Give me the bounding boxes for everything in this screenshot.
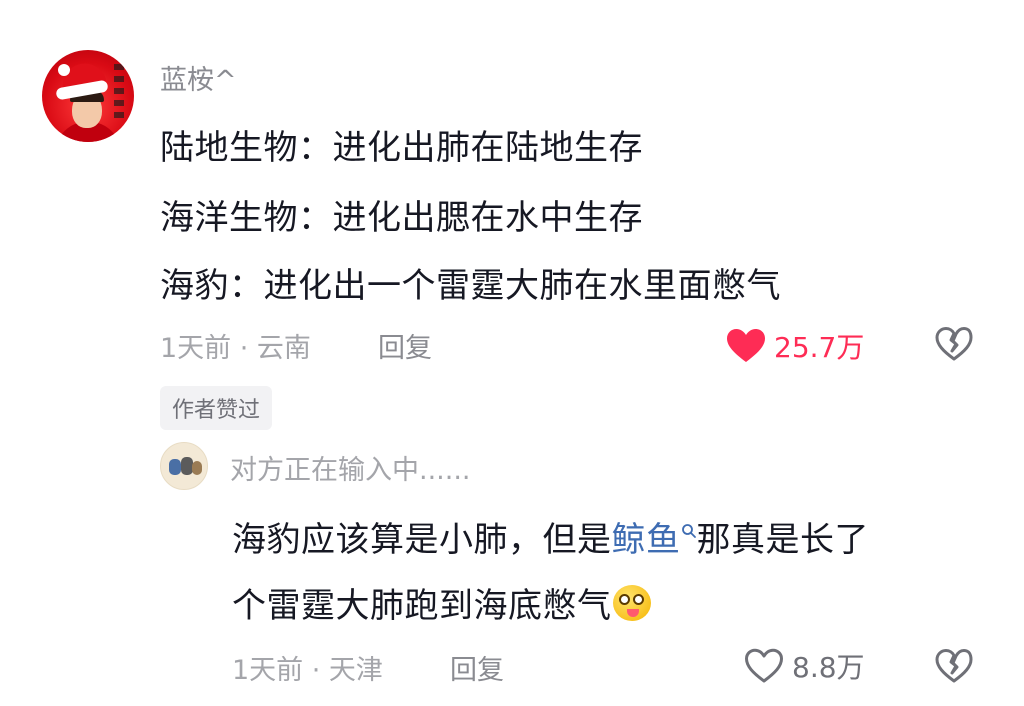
broken-heart-icon (935, 649, 973, 683)
comment-text-line-3: 海豹：进化出一个雷霆大肺在水里面憋气 (160, 266, 781, 306)
dislike-button[interactable] (934, 324, 974, 364)
heart-outline-icon (744, 648, 784, 684)
reply-to-reply-button[interactable]: 回复 (450, 648, 504, 687)
broken-heart-icon (935, 327, 973, 361)
reply-dislike-button[interactable] (934, 646, 974, 686)
reply-time-location: 1天前 · 天津 (232, 655, 383, 686)
commenter-username[interactable]: 蓝桉^ (160, 58, 237, 97)
dizzy-tongue-emoji-icon (612, 583, 652, 623)
reply-like-count: 8.8万 (792, 651, 865, 684)
santa-hat-pom (58, 64, 70, 76)
reply-like-button[interactable]: 8.8万 (744, 646, 865, 686)
comment-time-location: 1天前 · 云南 (160, 333, 311, 364)
comment-text-line-1: 陆地生物：进化出肺在陆地生存 (160, 128, 643, 168)
avatar-figure-3 (192, 461, 202, 475)
avatar-figure-1 (169, 459, 181, 475)
reply-text-line-2-text: 个雷霆大肺跑到海底憋气 (232, 586, 612, 626)
comment-text-line-2: 海洋生物：进化出腮在水中生存 (160, 198, 643, 238)
reply-text-line-2: 个雷霆大肺跑到海底憋气 (232, 578, 652, 627)
reply-text-suffix: 那真是长了 (696, 520, 869, 560)
keyword-search-link[interactable]: 鲸鱼 (612, 520, 681, 560)
reply-text-prefix: 海豹应该算是小肺，但是 (232, 520, 612, 560)
reply-text-line-1: 海豹应该算是小肺，但是鲸鱼 那真是长了 (232, 512, 869, 561)
author-liked-badge: 作者赞过 (160, 386, 273, 430)
replier-username[interactable]: 对方正在输入中...... (230, 448, 471, 487)
avatar-calligraphy-decoration (114, 64, 124, 120)
like-count: 25.7万 (774, 331, 865, 364)
replier-avatar[interactable] (160, 442, 208, 490)
like-button[interactable]: 25.7万 (726, 326, 864, 366)
heart-icon (726, 328, 766, 364)
search-icon[interactable] (681, 523, 697, 539)
commenter-avatar[interactable] (42, 50, 134, 142)
reply-button[interactable]: 回复 (378, 326, 432, 365)
